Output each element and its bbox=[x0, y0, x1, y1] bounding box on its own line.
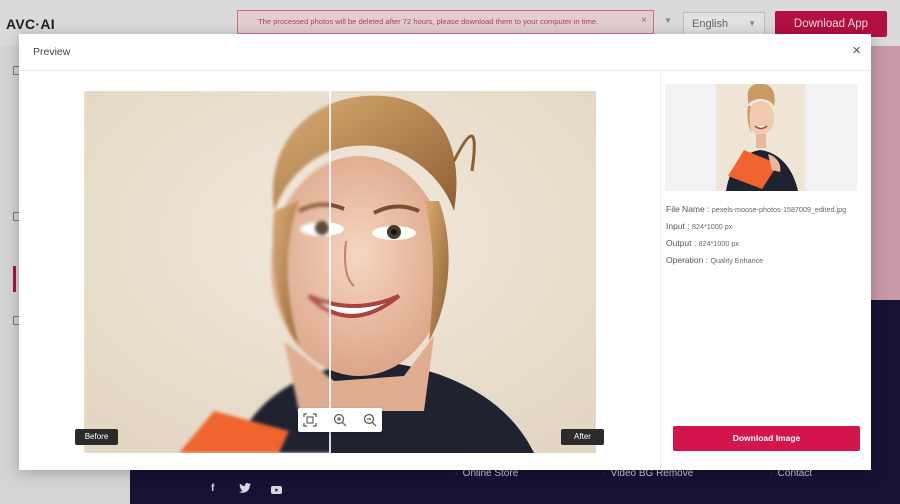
twitter-icon[interactable] bbox=[239, 483, 251, 496]
output-size-value: 824*1000 px bbox=[698, 239, 739, 248]
compare-slider-handle[interactable] bbox=[329, 91, 331, 453]
footer-links: › Online Store › Video BG Remove › Contact bbox=[130, 468, 900, 482]
zoom-out-icon[interactable] bbox=[361, 411, 379, 429]
background-banner bbox=[870, 46, 900, 300]
thumbnail-image bbox=[716, 84, 805, 191]
active-indicator bbox=[13, 266, 16, 292]
before-after-compare[interactable] bbox=[84, 91, 596, 453]
after-label: After bbox=[561, 429, 604, 445]
input-size-value: 824*1000 px bbox=[692, 222, 733, 231]
close-icon[interactable]: × bbox=[852, 43, 861, 59]
youtube-icon[interactable] bbox=[271, 486, 282, 494]
modal-title: Preview bbox=[33, 46, 71, 58]
preview-modal: Preview × Before After File Name: pexel… bbox=[19, 34, 871, 470]
after-photo bbox=[330, 91, 596, 453]
before-label: Before bbox=[75, 429, 118, 445]
output-size-row: Output : 824*1000 px bbox=[666, 238, 739, 248]
fit-screen-icon[interactable] bbox=[301, 411, 319, 429]
panel-divider bbox=[660, 71, 661, 470]
facebook-icon[interactable]: f bbox=[211, 483, 214, 494]
after-photo-region bbox=[330, 91, 596, 453]
zoom-in-icon[interactable] bbox=[331, 411, 349, 429]
file-name-row: File Name : pexels-moose-photos-1587009_… bbox=[666, 204, 847, 214]
result-thumbnail bbox=[665, 84, 857, 191]
file-name-value: pexels-moose-photos-1587009_edited.jpg bbox=[711, 205, 847, 214]
operation-value: Quality Enhance bbox=[710, 256, 764, 265]
chevron-down-icon: ▼ bbox=[664, 16, 672, 25]
chevron-down-icon: ▼ bbox=[748, 19, 756, 28]
input-size-row: Input : 824*1000 px bbox=[666, 221, 733, 231]
notice-close-button[interactable]: × bbox=[641, 14, 647, 28]
zoom-toolbar bbox=[298, 408, 382, 432]
deletion-notice: The processed photos will be deleted aft… bbox=[237, 10, 654, 34]
app-logo[interactable]: AVC·AI bbox=[6, 16, 55, 32]
download-image-button[interactable]: Download Image bbox=[673, 426, 860, 451]
modal-header: Preview × bbox=[19, 34, 871, 71]
operation-row: Operation : Quality Enhance bbox=[666, 255, 764, 265]
language-select[interactable]: English ▼ bbox=[683, 12, 765, 36]
language-value: English bbox=[692, 18, 729, 30]
